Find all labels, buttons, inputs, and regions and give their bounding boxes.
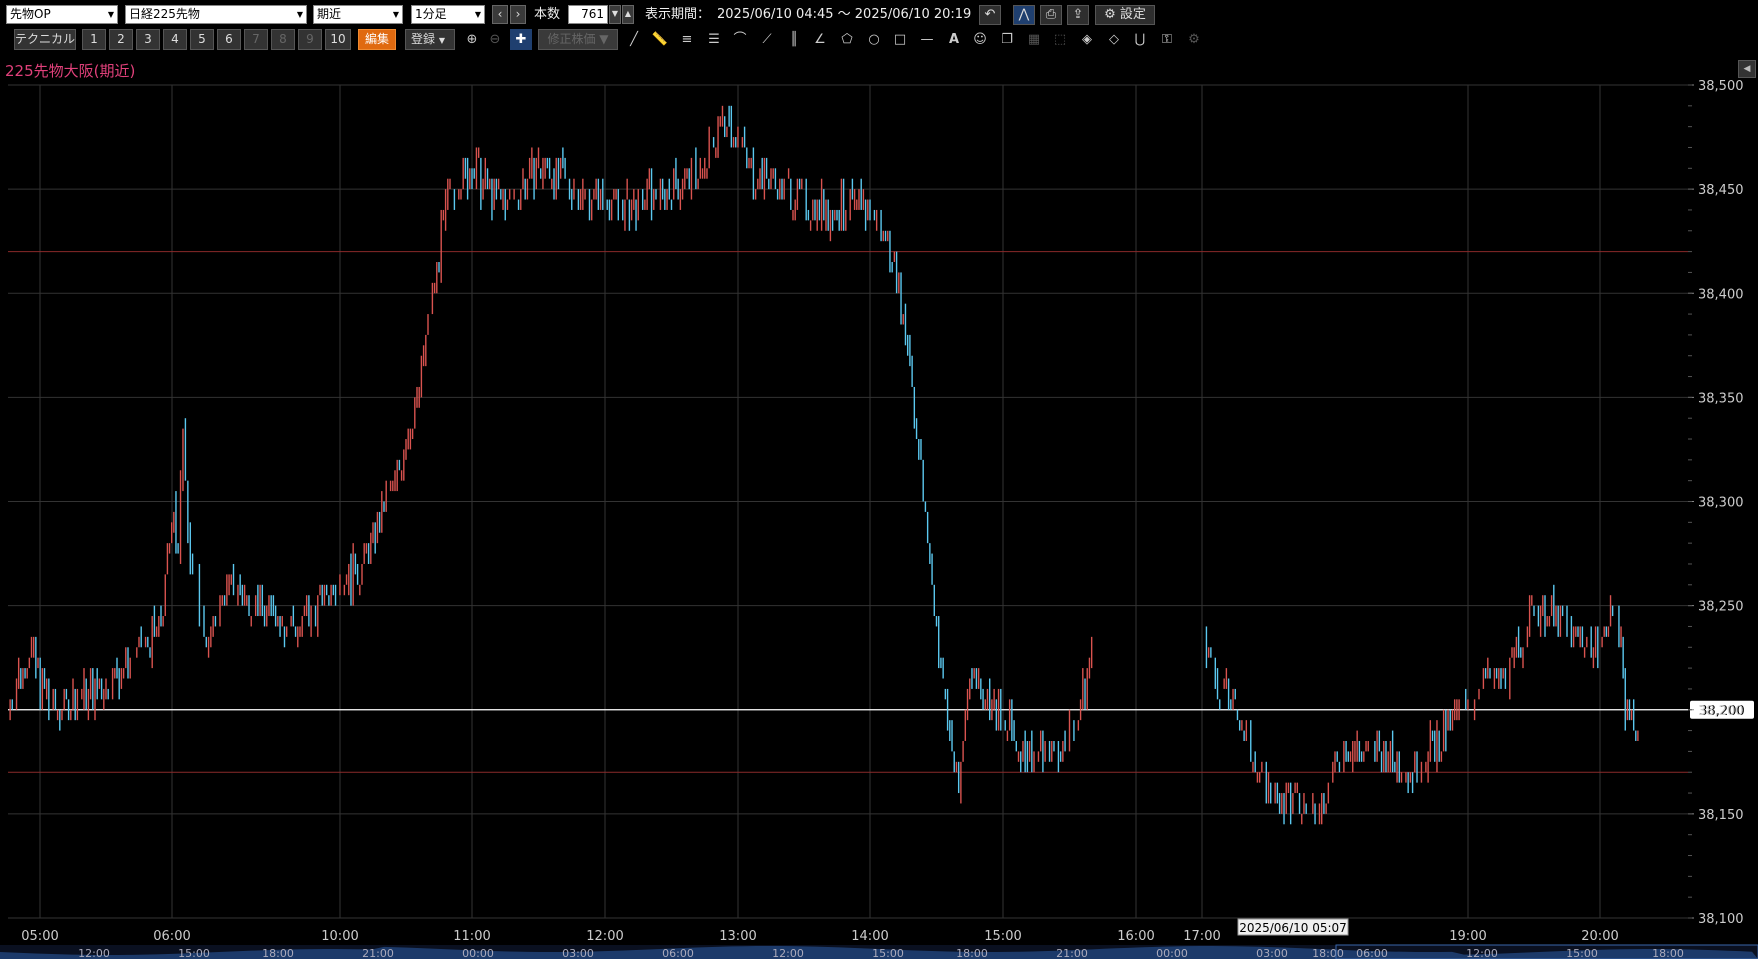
navigator-time-label: 15:00	[178, 947, 210, 959]
x-tick-label: 20:00	[1581, 929, 1618, 944]
y-axis: 38,500 38,450 38,400 38,350 38,300 38,250 38,2…	[1688, 79, 1744, 927]
y-tick-label: 38,450	[1698, 183, 1744, 198]
navigator-time-label: 12:00	[1466, 947, 1498, 959]
x-tick-label: 11:00	[453, 929, 490, 944]
navigator-time-label: 18:00	[1312, 947, 1344, 959]
navigator-time-label: 03:00	[562, 947, 594, 959]
x-tick-label: 10:00	[321, 929, 358, 944]
chart-grid	[8, 84, 1688, 919]
y-tick-label: 38,350	[1698, 391, 1744, 406]
navigator-time-label: 21:00	[362, 947, 394, 959]
navigator-time-label: 06:00	[1356, 947, 1388, 959]
navigator-time-label: 12:00	[78, 947, 110, 959]
navigator-time-label: 15:00	[872, 947, 904, 959]
x-tick-label: 14:00	[851, 929, 888, 944]
candles	[9, 105, 1639, 825]
navigator-time-label: 03:00	[1256, 947, 1288, 959]
navigator-time-label: 18:00	[1652, 947, 1684, 959]
x-tick-label: 16:00	[1117, 929, 1154, 944]
navigator-cursor-label: 2025/06/10 05:07	[1239, 921, 1347, 935]
navigator-time-label: 00:00	[1156, 947, 1188, 959]
x-tick-label: 19:00	[1449, 929, 1486, 944]
x-tick-label: 05:00	[21, 929, 58, 944]
y-tick-label: 38,300	[1698, 496, 1744, 511]
x-tick-label: 13:00	[719, 929, 756, 944]
y-tick-label: 38,150	[1698, 808, 1744, 823]
navigator-time-label: 21:00	[1056, 947, 1088, 959]
y-tick-label: 38,250	[1698, 600, 1744, 615]
navigator-time-label: 18:00	[262, 947, 294, 959]
x-axis: 05:00 06:00 10:00 11:00 12:00 13:00 14:00 15:00…	[21, 929, 1618, 944]
y-tick-label: 38,500	[1698, 79, 1744, 94]
x-tick-label: 12:00	[586, 929, 623, 944]
navigator-time-label: 00:00	[462, 947, 494, 959]
x-tick-label: 15:00	[984, 929, 1021, 944]
x-tick-label: 17:00	[1183, 929, 1220, 944]
y-tick-label: 38,200	[1698, 704, 1744, 719]
price-chart[interactable]: 38,200 38,50038,45038,40038,35038,30038,…	[0, 0, 1758, 959]
navigator-time-label: 18:00	[956, 947, 988, 959]
x-tick-label: 06:00	[153, 929, 190, 944]
horizontal-levels: 38,200	[8, 251, 1754, 773]
navigator-time-label: 12:00	[772, 947, 804, 959]
navigator-time-label: 06:00	[662, 947, 694, 959]
navigator-time-label: 15:00	[1566, 947, 1598, 959]
y-tick-label: 38,400	[1698, 287, 1744, 302]
y-tick-label: 38,100	[1698, 912, 1744, 927]
